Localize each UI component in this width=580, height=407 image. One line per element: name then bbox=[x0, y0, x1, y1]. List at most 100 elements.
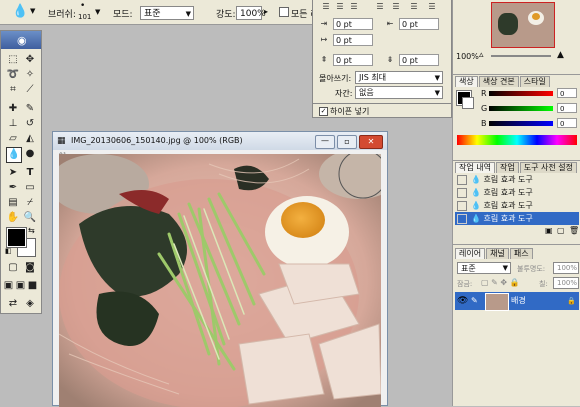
r-field[interactable]: 0 bbox=[557, 88, 577, 98]
g-label: G bbox=[481, 104, 488, 113]
tab-swatches[interactable]: 색상 견본 bbox=[478, 76, 519, 87]
path-selection-tool-icon[interactable]: ➤ bbox=[6, 166, 20, 180]
all-layers-checkbox[interactable] bbox=[279, 7, 289, 17]
layer-row-background[interactable]: 👁 ✎ 배경 🔒 bbox=[455, 292, 579, 311]
history-state-checkbox[interactable] bbox=[457, 187, 467, 198]
new-document-icon[interactable]: ▣ bbox=[545, 226, 553, 235]
kinsoku-select[interactable]: 없음 ▼ bbox=[355, 86, 443, 99]
zoom-tool-icon[interactable]: 🔍 bbox=[23, 211, 37, 225]
chevron-down-icon[interactable]: ▼ bbox=[95, 8, 100, 16]
standard-mode-icon[interactable]: ▢ bbox=[6, 261, 20, 275]
maximize-button[interactable]: ▫ bbox=[337, 135, 357, 149]
indent-first-field[interactable]: 0 pt bbox=[333, 34, 373, 46]
align-left-icon[interactable]: ☰ bbox=[321, 2, 331, 12]
brush-tool-icon[interactable]: ✎ bbox=[23, 102, 37, 116]
healing-brush-tool-icon[interactable]: ✚ bbox=[6, 102, 20, 116]
new-snapshot-icon[interactable]: ▢ bbox=[557, 226, 565, 235]
brush-preview-icon[interactable]: • bbox=[80, 1, 85, 11]
default-colors-icon[interactable]: ◧ bbox=[5, 247, 12, 255]
justify-left-icon[interactable]: ☰ bbox=[375, 2, 385, 12]
swap-colors-icon[interactable]: ⇆ bbox=[28, 226, 35, 235]
hyphenate-checkbox[interactable]: ✓ bbox=[319, 107, 328, 116]
tab-channels[interactable]: 채널 bbox=[486, 248, 509, 259]
lasso-tool-icon[interactable]: ➰ bbox=[6, 68, 20, 82]
tab-actions[interactable]: 작업 bbox=[495, 162, 519, 173]
photo-canvas[interactable] bbox=[59, 154, 381, 407]
space-before-field[interactable]: 0 pt bbox=[333, 54, 373, 66]
history-state-checkbox[interactable] bbox=[457, 174, 467, 185]
dodge-tool-icon[interactable]: ● bbox=[23, 147, 37, 161]
g-slider[interactable] bbox=[489, 106, 553, 111]
color-spectrum-bar[interactable] bbox=[457, 135, 577, 145]
screen-mode-full-icon[interactable]: ■ bbox=[27, 279, 38, 293]
history-item[interactable]: 💧 흐림 효과 도구 bbox=[455, 186, 579, 199]
shape-tool-icon[interactable]: ▭ bbox=[23, 181, 37, 195]
eyedropper-tool-icon[interactable]: ⌿ bbox=[23, 196, 37, 210]
mode-select[interactable]: 표준 ▼ bbox=[140, 6, 194, 20]
color-bg-swatch[interactable] bbox=[462, 97, 474, 109]
space-after-field[interactable]: 0 pt bbox=[399, 54, 439, 66]
hand-tool-icon[interactable]: ✋ bbox=[6, 211, 20, 225]
blur-tool-icon[interactable]: 💧 bbox=[12, 4, 28, 19]
quick-mask-icon[interactable]: ◙ bbox=[23, 261, 37, 275]
trash-icon[interactable]: 🗑 bbox=[569, 226, 579, 235]
justify-right-icon[interactable]: ☰ bbox=[409, 2, 419, 12]
tab-color[interactable]: 색상 bbox=[455, 76, 478, 87]
b-slider[interactable] bbox=[489, 121, 553, 126]
notes-tool-icon[interactable]: ▤ bbox=[6, 196, 20, 210]
tab-layers[interactable]: 레이어 bbox=[455, 248, 486, 259]
mojikumi-select[interactable]: JIS 최대 ▼ bbox=[355, 71, 443, 84]
magic-wand-tool-icon[interactable]: ✧ bbox=[23, 68, 37, 82]
justify-center-icon[interactable]: ☰ bbox=[391, 2, 401, 12]
image-window-titlebar[interactable]: ▦ IMG_20130606_150140.jpg @ 100% (RGB) —… bbox=[53, 132, 387, 150]
history-state-checkbox[interactable] bbox=[457, 200, 467, 211]
zoom-slider[interactable] bbox=[491, 55, 551, 57]
history-item[interactable]: 💧 흐림 효과 도구 bbox=[455, 173, 579, 186]
clone-stamp-tool-icon[interactable]: ⊥ bbox=[6, 117, 20, 131]
close-button[interactable]: ✕ bbox=[359, 135, 383, 149]
align-center-icon[interactable]: ☰ bbox=[335, 2, 345, 12]
slice-tool-icon[interactable]: ⟋ bbox=[23, 83, 37, 97]
tab-styles[interactable]: 스타일 bbox=[519, 76, 550, 87]
blur-tool-icon[interactable]: 💧 bbox=[6, 147, 22, 163]
paint-bucket-tool-icon[interactable]: ◭ bbox=[23, 132, 37, 146]
screen-mode-standard-icon[interactable]: ▣ bbox=[3, 279, 14, 293]
align-right-icon[interactable]: ☰ bbox=[349, 2, 359, 12]
chevron-right-icon[interactable]: ▸ bbox=[264, 7, 268, 16]
marquee-tool-icon[interactable]: ⬚ bbox=[6, 53, 20, 67]
history-item[interactable]: 💧 흐림 효과 도구 bbox=[455, 199, 579, 212]
justify-all-icon[interactable]: ☰ bbox=[427, 2, 437, 12]
tab-history[interactable]: 작업 내역 bbox=[455, 162, 495, 173]
history-item-selected[interactable]: 💧 흐림 효과 도구 bbox=[455, 212, 579, 225]
r-slider[interactable] bbox=[489, 91, 553, 96]
tab-tool-presets[interactable]: 도구 사전 설정 bbox=[519, 162, 577, 173]
imageready-icon[interactable]: ◈ bbox=[23, 297, 37, 311]
type-tool-icon[interactable]: T bbox=[23, 166, 37, 180]
b-field[interactable]: 0 bbox=[557, 118, 577, 128]
jump-to-imageready-icon[interactable]: ⇄ bbox=[6, 297, 20, 311]
zoom-out-icon[interactable]: ▵ bbox=[479, 50, 484, 60]
zoom-in-icon[interactable]: ▲ bbox=[557, 50, 564, 60]
pen-tool-icon[interactable]: ✒ bbox=[6, 181, 20, 195]
history-brush-tool-icon[interactable]: ↺ bbox=[23, 117, 37, 131]
navigator-thumbnail[interactable] bbox=[491, 2, 555, 48]
g-field[interactable]: 0 bbox=[557, 103, 577, 113]
crop-tool-icon[interactable]: ⌗ bbox=[6, 83, 20, 97]
move-tool-icon[interactable]: ✥ bbox=[23, 53, 37, 67]
indent-right-field[interactable]: 0 pt bbox=[399, 18, 439, 30]
history-state-checkbox[interactable] bbox=[457, 213, 467, 224]
eraser-tool-icon[interactable]: ▱ bbox=[6, 132, 20, 146]
navigator-zoom[interactable]: 100% bbox=[456, 52, 479, 61]
opacity-input[interactable]: 100% bbox=[553, 262, 579, 274]
screen-mode-full-menu-icon[interactable]: ▣ bbox=[15, 279, 26, 293]
fill-input[interactable]: 100% bbox=[553, 277, 579, 289]
tab-paths[interactable]: 패스 bbox=[509, 248, 533, 259]
blend-mode-select[interactable]: 표준 ▼ bbox=[457, 262, 511, 274]
indent-left-field[interactable]: 0 pt bbox=[333, 18, 373, 30]
lock-icons[interactable]: ▢ ✎ ✥ 🔒 bbox=[481, 278, 520, 287]
chevron-down-icon[interactable]: ▼ bbox=[30, 7, 35, 15]
mode-label: 모드: bbox=[113, 10, 133, 20]
eye-icon[interactable]: 👁 bbox=[457, 292, 468, 310]
strength-input[interactable]: 100% bbox=[236, 6, 266, 20]
minimize-button[interactable]: — bbox=[315, 135, 335, 149]
